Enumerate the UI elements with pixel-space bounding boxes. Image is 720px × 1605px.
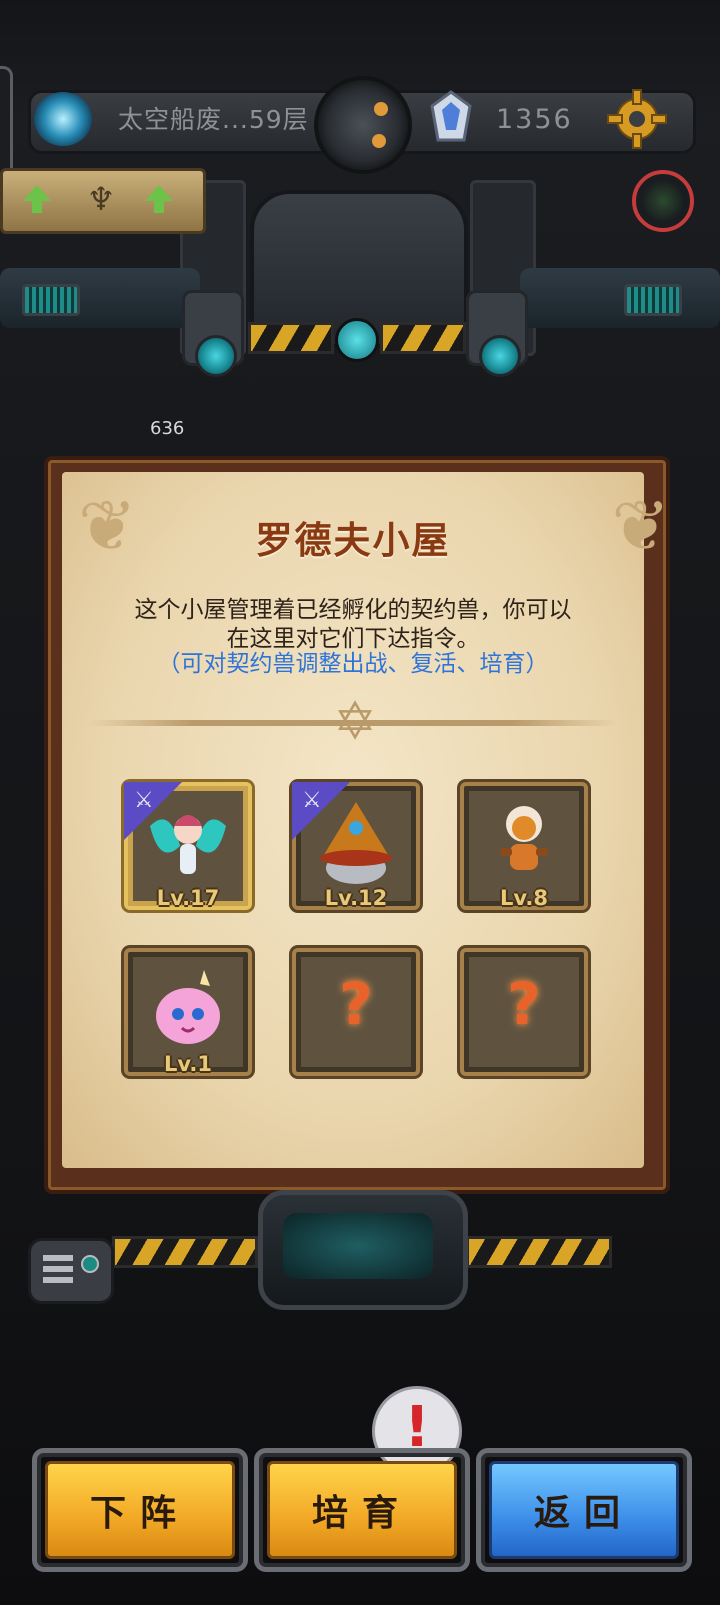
withdraw-button-label: 下阵 [89,1493,190,1534]
train-button-label: 培育 [311,1493,412,1534]
monster-level: Lv.17 [156,886,220,910]
gate-core [335,318,379,362]
modal-title: 罗德夫小屋 [255,519,451,562]
description-line-1: 这个小屋管理着已经孵化的契约兽，你可以 [134,597,572,623]
control-console [258,1190,468,1310]
vent-left [22,284,80,316]
train-button[interactable]: 培育 [254,1448,470,1572]
monster-slot-4[interactable]: Lv.1 [124,948,252,1076]
arrow-up-icon [145,185,173,213]
monster-level: Lv.1 [164,1052,212,1076]
arrow-up-icon [23,185,51,213]
monster-slot-2[interactable]: ⚔ Lv.12 [292,782,420,910]
side-tab[interactable] [0,66,13,182]
pipe-right [520,268,720,328]
hazard-stripe-top-right [380,322,466,354]
scene-hp-number: 636 [150,418,185,439]
locked-slot-6[interactable]: ? [460,948,588,1076]
sword-icon: ⚔ [134,788,154,813]
pink-puff-monster-icon [156,970,220,1044]
menu-lines-icon [43,1255,73,1261]
settings-gear-icon[interactable] [606,88,668,150]
monster-level: Lv.8 [500,886,548,910]
hazard-stripe-bottom-right [466,1236,612,1268]
compass-dot [372,134,386,148]
upgrade-panel-button[interactable]: ♆ [0,168,206,234]
hexagram-icon: ✡ [333,692,377,752]
sword-icon: ⚔ [302,788,322,813]
hazard-stripe-bottom-left [112,1236,258,1268]
floor-label: 太空船废...59层 [118,105,309,134]
fire-monkey-monster-icon [500,806,548,870]
withdraw-button[interactable]: 下阵 [32,1448,248,1572]
lamp-left [182,290,244,377]
gem-icon [430,90,472,142]
pet-round-button[interactable] [632,170,694,232]
modal-description: 这个小屋管理着已经孵化的契约兽，你可以 在这里对它们下达指令。 [82,596,624,654]
hazard-stripe-top-left [248,322,334,354]
compass-dot [374,102,388,116]
candelabra-icon: ♆ [86,180,116,218]
back-button-label: 返回 [533,1493,634,1534]
vent-right [624,284,682,316]
monster-slot-3[interactable]: Lv.8 [460,782,588,910]
menu-button[interactable] [28,1238,114,1304]
menu-dot-icon [81,1255,99,1273]
back-button[interactable]: 返回 [476,1448,692,1572]
portal-icon[interactable] [34,92,92,146]
question-mark-icon: ? [339,970,373,1038]
question-mark-icon: ? [507,970,541,1038]
compass-icon[interactable] [314,76,412,174]
gold-amount: 1356 [496,104,573,135]
monster-slot-1[interactable]: ⚔ Lv.17 [124,782,252,910]
lamp-right [466,290,528,377]
modal-hint: （可对契约兽调整出战、复活、培育） [157,651,549,677]
monster-level: Lv.12 [324,886,388,910]
locked-slot-5[interactable]: ? [292,948,420,1076]
